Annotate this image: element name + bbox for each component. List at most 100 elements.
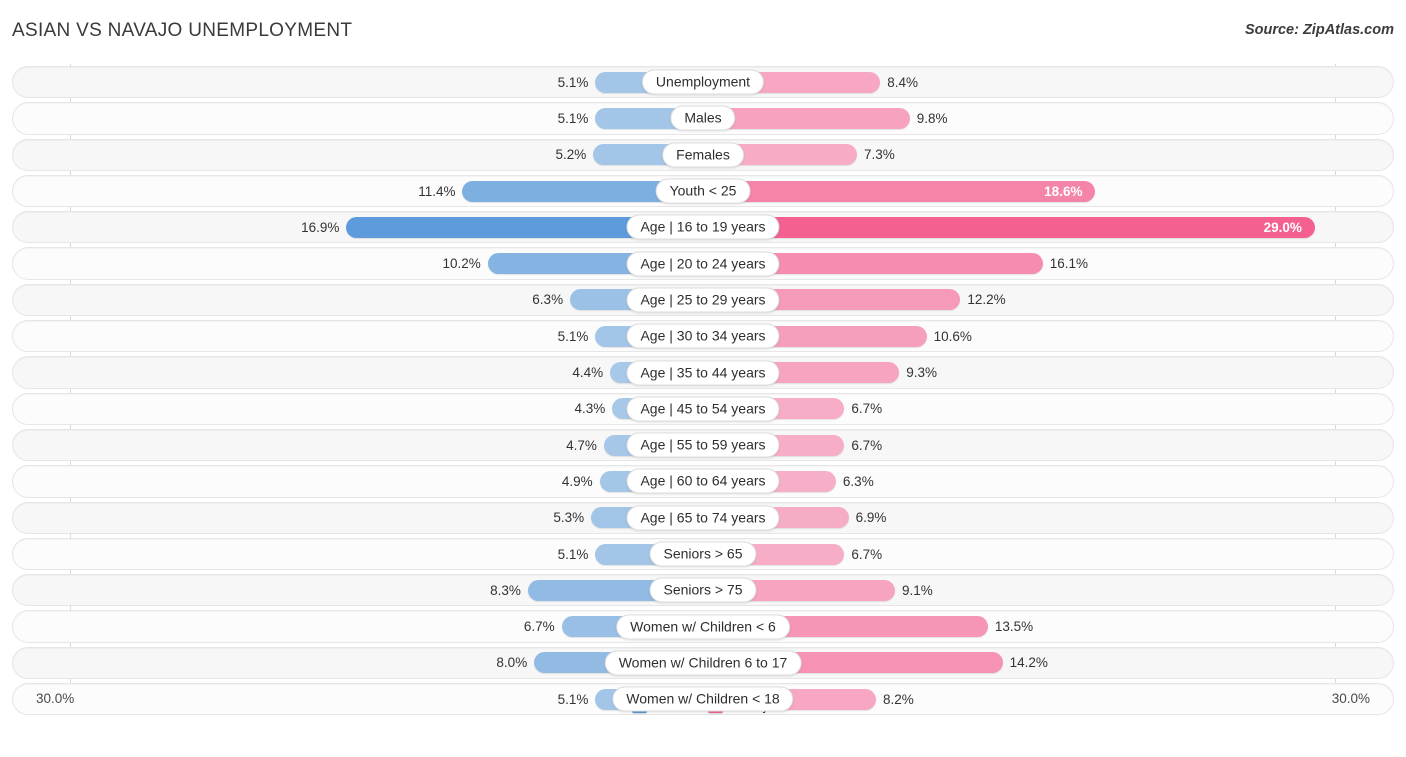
- chart-header: ASIAN VS NAVAJO UNEMPLOYMENT Source: Zip…: [0, 0, 1406, 58]
- page-title: ASIAN VS NAVAJO UNEMPLOYMENT: [12, 20, 352, 42]
- row-left-half: 16.9%: [12, 209, 703, 245]
- chart-rows: 5.1%8.4%Unemployment5.1%9.8%Males5.2%7.3…: [12, 64, 1394, 717]
- value-label-navajo: 13.5%: [995, 619, 1033, 634]
- value-label-navajo: 7.3%: [864, 147, 895, 162]
- category-label: Males: [670, 106, 735, 131]
- category-label: Females: [662, 142, 744, 167]
- value-label-navajo-inside: 29.0%: [1264, 220, 1302, 235]
- row-left-half: 5.3%: [12, 500, 703, 536]
- category-label: Age | 20 to 24 years: [626, 251, 779, 276]
- bar-navajo: 29.0%: [703, 217, 1315, 238]
- value-label-navajo: 6.7%: [851, 547, 882, 562]
- value-label-navajo: 16.1%: [1050, 256, 1088, 271]
- value-label-asian: 8.3%: [490, 583, 521, 598]
- category-label: Women w/ Children < 6: [616, 614, 790, 639]
- row-left-half: 4.3%: [12, 391, 703, 427]
- table-row: 11.4% 18.6% Youth < 25: [12, 173, 1394, 209]
- value-label-asian: 11.4%: [418, 184, 455, 199]
- table-row: 16.9% 29.0% Age | 16 to 19 years: [12, 209, 1394, 245]
- row-left-half: 6.3%: [12, 282, 703, 318]
- category-label: Age | 30 to 34 years: [626, 324, 779, 349]
- value-label-asian: 10.2%: [443, 256, 481, 271]
- diverging-bar-chart: 5.1%8.4%Unemployment5.1%9.8%Males5.2%7.3…: [12, 64, 1394, 719]
- category-label: Youth < 25: [656, 179, 751, 204]
- value-label-navajo: 9.8%: [917, 111, 948, 126]
- value-label-navajo: 9.1%: [902, 583, 933, 598]
- table-row: 10.2% 16.1% Age | 20 to 24 years: [12, 245, 1394, 281]
- table-row: 5.1% 9.8% Males: [12, 100, 1394, 136]
- category-label: Age | 65 to 74 years: [626, 505, 779, 530]
- row-left-half: 4.4%: [12, 354, 703, 390]
- value-label-asian: 5.1%: [558, 329, 589, 344]
- row-left-half: 5.1%: [12, 536, 703, 572]
- category-label: Women w/ Children 6 to 17: [605, 650, 802, 675]
- category-label: Age | 35 to 44 years: [626, 360, 779, 385]
- category-label: Age | 55 to 59 years: [626, 433, 779, 458]
- value-label-navajo: 12.2%: [967, 292, 1005, 307]
- value-label-asian: 5.1%: [558, 547, 589, 562]
- table-row: 4.9% 6.3% Age | 60 to 64 years: [12, 463, 1394, 499]
- value-label-navajo: 6.9%: [856, 510, 887, 525]
- row-left-half: 8.3%: [12, 572, 703, 608]
- row-right-half: 9.3%: [703, 354, 1394, 390]
- row-right-half: 12.2%: [703, 282, 1394, 318]
- table-row: 8.0% 14.2% Women w/ Children 6 to 17: [12, 645, 1394, 681]
- value-label-navajo: 14.2%: [1010, 655, 1048, 670]
- value-label-asian: 4.7%: [566, 438, 597, 453]
- value-label-asian: 5.2%: [556, 147, 587, 162]
- row-left-half: 5.1%: [12, 318, 703, 354]
- category-label: Age | 16 to 19 years: [626, 215, 779, 240]
- category-label: Age | 45 to 54 years: [626, 396, 779, 421]
- row-right-half: 6.7%: [703, 391, 1394, 427]
- row-left-half: 5.1%: [12, 64, 703, 100]
- value-label-navajo: 6.3%: [843, 474, 874, 489]
- value-label-navajo-inside: 18.6%: [1044, 184, 1082, 199]
- value-label-asian: 4.4%: [572, 365, 603, 380]
- table-row: 4.7% 6.7% Age | 55 to 59 years: [12, 427, 1394, 463]
- row-right-half: 6.3%: [703, 463, 1394, 499]
- row-left-half: 8.0%: [12, 645, 703, 681]
- row-left-half: 10.2%: [12, 245, 703, 281]
- row-right-half: 9.1%: [703, 572, 1394, 608]
- bar-navajo: 18.6%: [703, 181, 1095, 202]
- value-label-asian: 6.3%: [532, 292, 563, 307]
- row-right-half: 16.1%: [703, 245, 1394, 281]
- value-label-asian: 8.0%: [496, 655, 527, 670]
- value-label-navajo: 6.7%: [851, 438, 882, 453]
- row-right-half: 13.5%: [703, 608, 1394, 644]
- value-label-asian: 5.3%: [553, 510, 584, 525]
- category-label: Seniors > 75: [650, 578, 757, 603]
- row-right-half: 14.2%: [703, 645, 1394, 681]
- row-left-half: 11.4%: [12, 173, 703, 209]
- chart-page: ASIAN VS NAVAJO UNEMPLOYMENT Source: Zip…: [0, 0, 1406, 757]
- row-right-half: 10.6%: [703, 318, 1394, 354]
- category-label: Age | 25 to 29 years: [626, 287, 779, 312]
- value-label-navajo: 9.3%: [906, 365, 937, 380]
- value-label-navajo: 6.7%: [851, 401, 882, 416]
- table-row: 6.7% 13.5% Women w/ Children < 6: [12, 608, 1394, 644]
- row-right-half: 7.3%: [703, 137, 1394, 173]
- category-label: Women w/ Children < 18: [612, 687, 793, 712]
- table-row: 5.1% 10.6% Age | 30 to 34 years: [12, 318, 1394, 354]
- value-label-asian: 16.9%: [301, 220, 339, 235]
- row-right-half: 29.0%: [703, 209, 1394, 245]
- value-label-asian: 4.9%: [562, 474, 593, 489]
- row-right-half: 9.8%: [703, 100, 1394, 136]
- table-row: 6.3% 12.2% Age | 25 to 29 years: [12, 282, 1394, 318]
- row-right-half: 6.7%: [703, 427, 1394, 463]
- row-right-half: 6.9%: [703, 500, 1394, 536]
- table-row: 4.3% 6.7% Age | 45 to 54 years: [12, 391, 1394, 427]
- row-left-half: 5.1%: [12, 100, 703, 136]
- table-row: 5.1%6.7%Seniors > 65: [12, 536, 1394, 572]
- row-right-half: 6.7%: [703, 536, 1394, 572]
- value-label-navajo: 10.6%: [934, 329, 972, 344]
- value-label-asian: 6.7%: [524, 619, 555, 634]
- row-left-half: 4.9%: [12, 463, 703, 499]
- table-row: 5.1%8.4%Unemployment: [12, 64, 1394, 100]
- value-label-asian: 4.3%: [575, 401, 606, 416]
- table-row: 8.3% 9.1% Seniors > 75: [12, 572, 1394, 608]
- category-label: Age | 60 to 64 years: [626, 469, 779, 494]
- table-row: 5.2% 7.3% Females: [12, 137, 1394, 173]
- row-left-half: 5.2%: [12, 137, 703, 173]
- value-label-navajo: 8.4%: [887, 75, 918, 90]
